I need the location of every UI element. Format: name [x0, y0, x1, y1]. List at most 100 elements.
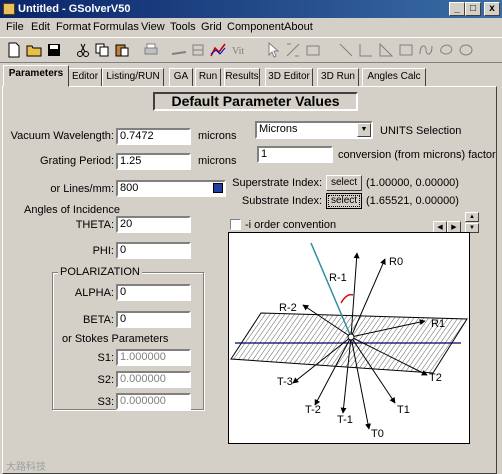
wavelength-input[interactable]: 0.7472	[116, 128, 191, 145]
minimize-button[interactable]: _	[449, 2, 465, 16]
close-button[interactable]: x	[484, 2, 500, 16]
s1-input: 1.000000	[116, 349, 191, 366]
lines-picker-button[interactable]	[213, 183, 223, 193]
s2-input: 0.000000	[116, 371, 191, 388]
print-icon[interactable]	[143, 42, 159, 58]
tab-editor[interactable]: Editor	[68, 68, 102, 87]
label-t-minus-3: T-3	[277, 376, 293, 388]
theta-label: THETA:	[75, 219, 114, 231]
angles-heading: Angles of Incidence	[24, 204, 121, 216]
menu-format[interactable]: Format	[56, 21, 91, 33]
lines-input[interactable]: 800	[116, 180, 226, 197]
paste-icon[interactable]	[114, 42, 130, 58]
beta-label: BETA:	[83, 314, 114, 326]
units-selected: Microns	[259, 123, 298, 135]
triangle-tool-icon[interactable]	[378, 42, 394, 58]
maximize-button[interactable]: □	[465, 2, 481, 16]
period-input[interactable]: 1.25	[116, 153, 191, 170]
conversion-factor-input[interactable]: 1	[257, 146, 333, 163]
formula-icon[interactable]: Vit	[231, 42, 247, 58]
phi-label: PHI:	[92, 245, 114, 257]
tab-results[interactable]: Results	[224, 68, 260, 87]
chart-icon[interactable]	[210, 42, 226, 58]
rectangle-tool-icon[interactable]	[398, 42, 414, 58]
s2-label: S2:	[97, 374, 114, 386]
superstrate-select-button[interactable]: select	[326, 175, 362, 191]
ellipse-tool-icon[interactable]	[458, 42, 474, 58]
diffraction-diagram-svg: R-1 R0 R-2 R1 T-3 T2 T-2 T1 T-1 T0	[230, 242, 468, 440]
open-folder-icon[interactable]	[26, 42, 42, 58]
tab-parameters[interactable]: Parameters	[3, 65, 69, 87]
app-icon	[3, 3, 15, 15]
toolbar: Vit	[0, 37, 502, 63]
menu-bar: File Edit Format Formulas View Tools Gri…	[0, 18, 502, 36]
menu-grid[interactable]: Grid	[201, 21, 222, 33]
cut-icon[interactable]	[75, 42, 91, 58]
tab-3d-run[interactable]: 3D Run	[317, 68, 359, 87]
incidence-point	[347, 333, 355, 341]
page-title: Default Parameter Values	[153, 92, 358, 111]
save-icon[interactable]	[46, 42, 62, 58]
pointer-icon[interactable]	[265, 42, 281, 58]
tab-run[interactable]: Run	[195, 68, 221, 87]
node-edit-icon[interactable]	[285, 42, 301, 58]
menu-formulas[interactable]: Formulas	[93, 21, 139, 33]
label-t-minus-2: T-2	[305, 404, 321, 416]
s3-label: S3:	[97, 396, 114, 408]
tab-ga[interactable]: GA	[169, 68, 193, 87]
title-bar: Untitled - GSolverV50 _ □ x	[0, 0, 502, 18]
copy-icon[interactable]	[94, 42, 110, 58]
curve-tool-icon[interactable]	[418, 42, 434, 58]
order-convention-label: -i order convention	[245, 219, 337, 231]
menu-edit[interactable]: Edit	[31, 21, 50, 33]
lines-label: or Lines/mm:	[50, 183, 114, 195]
angle-tool-icon[interactable]	[358, 42, 374, 58]
period-label: Grating Period:	[40, 155, 114, 167]
substrate-select-button[interactable]: select	[326, 193, 362, 209]
label-r-minus-2: R-2	[279, 302, 297, 314]
superstrate-label: Superstrate Index:	[232, 177, 322, 189]
period-unit: microns	[198, 155, 237, 167]
tab-listing-run[interactable]: Listing/RUN	[102, 68, 164, 87]
s1-label: S1:	[97, 352, 114, 364]
tab-3d-editor[interactable]: 3D Editor	[265, 68, 313, 87]
label-r0: R0	[389, 256, 403, 268]
order-convention-checkbox[interactable]	[230, 219, 241, 230]
theta-input[interactable]: 20	[116, 216, 191, 233]
svg-text:Vit: Vit	[232, 46, 244, 57]
wavelength-unit: microns	[198, 130, 237, 142]
label-t-minus-1: T-1	[337, 414, 353, 426]
menu-component[interactable]: Component	[227, 21, 284, 33]
label-r1: R1	[431, 318, 445, 330]
grating-icon[interactable]	[171, 42, 187, 58]
units-label: UNITS Selection	[380, 125, 462, 137]
label-t1: T1	[397, 404, 410, 416]
beta-input[interactable]: 0	[116, 311, 191, 328]
blob-tool-icon[interactable]	[438, 42, 454, 58]
layer-icon[interactable]	[190, 42, 206, 58]
units-select[interactable]: Microns ▼	[255, 121, 373, 139]
component-icon[interactable]	[305, 42, 321, 58]
menu-view[interactable]: View	[141, 21, 165, 33]
menu-about[interactable]: About	[284, 21, 313, 33]
watermark: 大路科技	[6, 462, 46, 473]
menu-tools[interactable]: Tools	[170, 21, 196, 33]
label-t2: T2	[429, 372, 442, 384]
tab-angles-calc[interactable]: Angles Calc	[362, 68, 426, 87]
s3-input: 0.000000	[116, 393, 191, 410]
new-file-icon[interactable]	[6, 42, 22, 58]
spin-up-icon[interactable]: ▲	[465, 212, 479, 222]
phi-input[interactable]: 0	[116, 242, 191, 259]
menu-file[interactable]: File	[6, 21, 24, 33]
superstrate-value: (1.00000, 0.00000)	[366, 177, 459, 189]
main-window: Untitled - GSolverV50 _ □ x File Edit Fo…	[0, 0, 502, 474]
alpha-input[interactable]: 0	[116, 284, 191, 301]
incidence-angle-arc	[340, 293, 354, 304]
tab-strip: Parameters Editor Listing/RUN GA Run Res…	[0, 65, 502, 87]
line-tool-icon[interactable]	[338, 42, 354, 58]
wavelength-label: Vacuum Wavelength:	[10, 130, 114, 142]
stokes-label: or Stokes Parameters	[62, 333, 169, 345]
dropdown-arrow-icon[interactable]: ▼	[357, 123, 371, 137]
label-t0: T0	[371, 428, 384, 440]
alpha-label: ALPHA:	[74, 287, 114, 299]
